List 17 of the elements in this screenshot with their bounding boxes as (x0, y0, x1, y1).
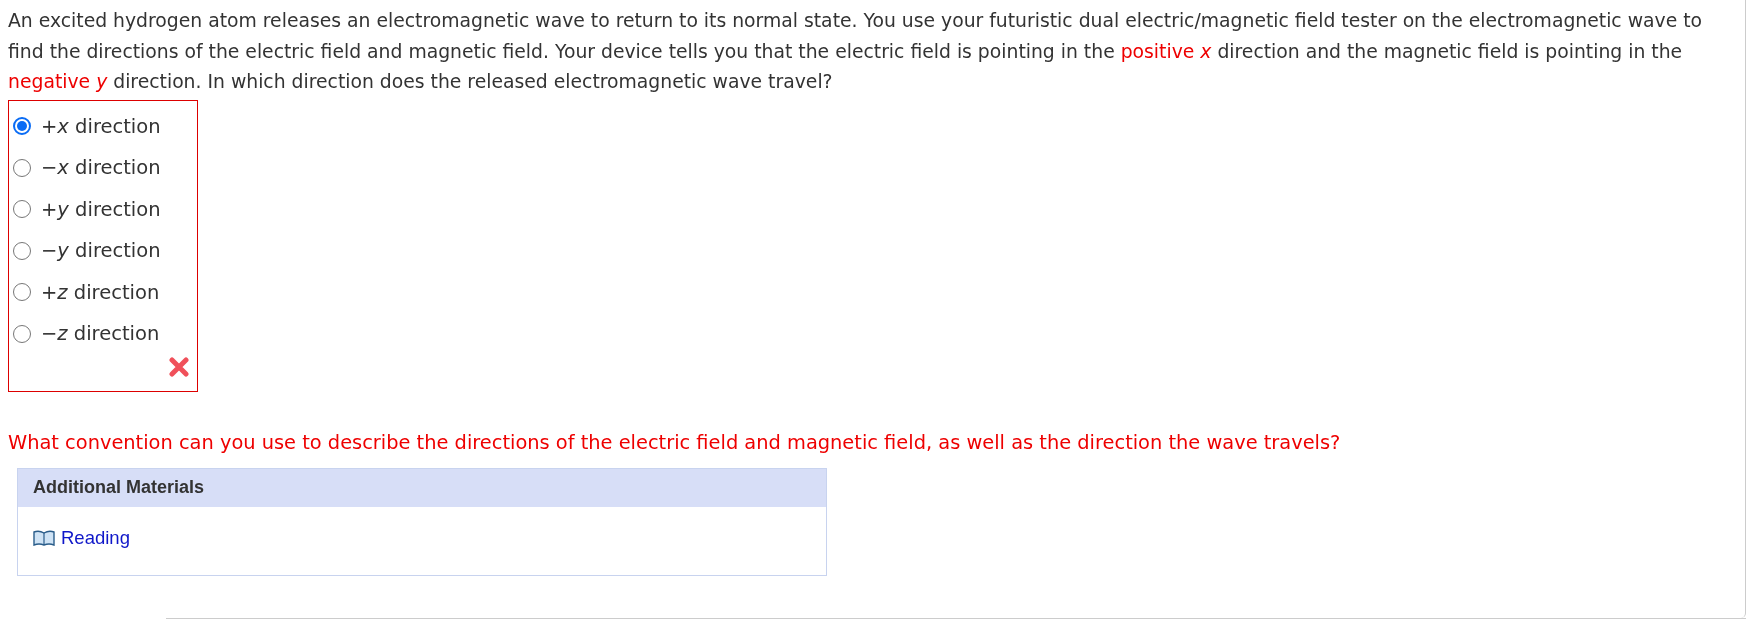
panel-title: Additional Materials (18, 468, 826, 507)
radio-button[interactable] (13, 200, 31, 219)
radio-button[interactable] (13, 241, 31, 260)
reading-link[interactable]: Reading (61, 526, 130, 549)
feedback-text: What convention can you use to describe the directions of the electric field and magnetic field, as well as the direction the wave travels? (8, 429, 1342, 456)
radio-button[interactable] (13, 117, 31, 136)
question-text: An excited hydrogen atom releases an electromagnetic wave to return to its normal state. You use your futuristic dual electric/magnetic field tester on the electromagnetic wave to find the directions of the electric field and magnetic field. Your device tells you that the electric field is pointing in the positive x direction and the magnetic field is pointing in the negative y direction. In which direction does the released electromagnetic wave travel? (8, 9, 1704, 94)
option-label: +y direction (41, 197, 161, 221)
option-label: −y direction (41, 239, 161, 263)
option-label: −x direction (41, 156, 161, 180)
radio-button[interactable] (13, 324, 31, 343)
option-label: −z direction (41, 322, 160, 346)
option-label: +x direction (41, 114, 161, 138)
radio-button[interactable] (13, 283, 31, 302)
option-label: +z direction (41, 280, 160, 304)
book-icon (33, 528, 55, 547)
radio-button[interactable] (13, 158, 31, 177)
